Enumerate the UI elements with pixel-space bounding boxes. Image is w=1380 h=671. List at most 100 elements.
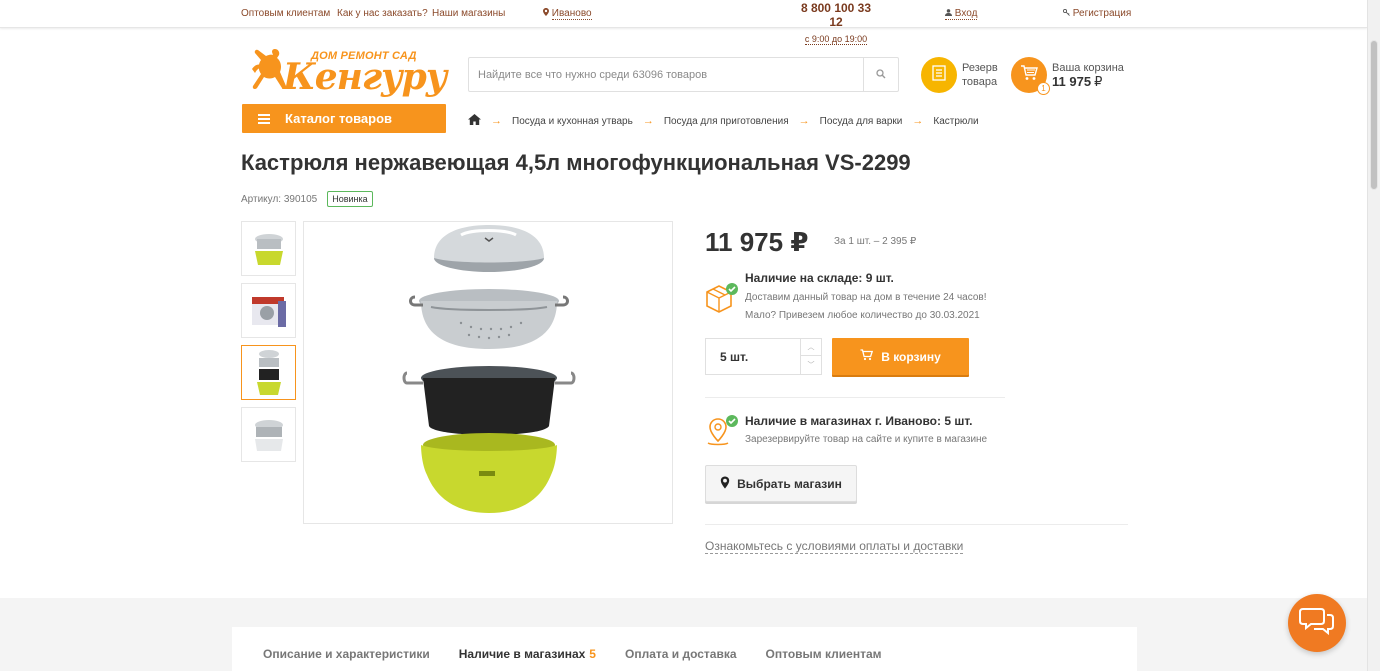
quantity-input[interactable] (706, 339, 801, 374)
login-label[interactable]: Вход (955, 8, 978, 19)
search-button[interactable] (863, 58, 898, 91)
unit-price: За 1 шт. – 2 395 ₽ (834, 236, 917, 247)
catalog-button[interactable]: Каталог товаров (242, 104, 446, 133)
scrollbar[interactable] (1367, 0, 1380, 671)
thumbnail-4[interactable] (241, 407, 296, 462)
breadcrumb-arrow-icon: → (912, 115, 924, 127)
search-input[interactable] (469, 58, 864, 91)
breadcrumb-item[interactable]: Посуда для варки (820, 116, 903, 127)
search-icon (876, 66, 886, 84)
page-title: Кастрюля нержавеющая 4,5л многофункциона… (241, 150, 911, 175)
bulk-note: Мало? Привезем любое количество до 30.03… (745, 310, 980, 321)
choose-store-label: Выбрать магазин (737, 476, 842, 491)
reserve-note: Зарезервируйте товар на сайте и купите в… (745, 434, 988, 445)
tab-wholesale[interactable]: Оптовым клиентам (766, 647, 882, 661)
divider (705, 397, 1005, 398)
chevron-down-icon[interactable]: ﹀ (801, 356, 821, 373)
divider (705, 524, 1128, 525)
phone-number[interactable]: 8 800 100 33 12 (796, 1, 876, 29)
payment-delivery-terms-link[interactable]: Ознакомьтесь с условиями оплаты и достав… (705, 539, 964, 554)
breadcrumb-arrow-icon: → (491, 115, 502, 127)
breadcrumb-arrow-icon: → (642, 115, 654, 127)
cart-text: Ваша корзина 11 975 ₽ (1052, 61, 1124, 90)
login-link[interactable]: Вход (945, 8, 978, 20)
chat-widget-button[interactable] (1288, 594, 1346, 652)
tab-label: Описание и характеристики (263, 647, 430, 661)
cart-sum: 11 975 (1052, 73, 1092, 89)
chat-bubbles-icon (1299, 606, 1335, 641)
tab-label: Оплата и доставка (624, 647, 737, 661)
pot-parts-thumbnail-image (256, 349, 281, 395)
reserve-label: Резерв товара (962, 61, 998, 89)
product-tabs: Описание и характеристики Наличие в мага… (232, 627, 1137, 671)
status-badge: Новинка (327, 191, 373, 207)
reserve-label-line2: товара (962, 76, 998, 88)
pot-product-image (402, 224, 575, 513)
reserve-button[interactable]: Резерв товара (921, 56, 998, 94)
reserve-circle (921, 57, 957, 93)
location-pin-icon (543, 8, 552, 19)
cart-label: Ваша корзина (1052, 61, 1124, 74)
pot-thumbnail-image (254, 233, 283, 265)
key-icon (1063, 8, 1073, 19)
choose-store-button[interactable]: Выбрать магазин (705, 465, 857, 502)
link-wholesale[interactable]: Оптовым клиентам (241, 8, 330, 19)
breadcrumb-item[interactable]: Посуда для приготовления (664, 116, 789, 127)
shops-headline: Наличие в магазинах г. Иваново: 5 шт. (745, 414, 973, 428)
home-icon[interactable] (468, 114, 481, 128)
cart-currency: ₽ (1094, 73, 1103, 89)
add-to-cart-label: В корзину (881, 349, 941, 364)
steel-pot-thumbnail-image (254, 419, 283, 451)
menu-icon (258, 112, 270, 126)
product-main-image[interactable] (303, 221, 673, 524)
document-icon (932, 64, 946, 86)
link-how-to-order[interactable]: Как у нас заказать? (337, 8, 428, 19)
link-our-stores[interactable]: Наши магазины (432, 8, 505, 19)
quantity-stepper: ︿ ﹀ (705, 338, 822, 375)
user-icon (945, 8, 955, 19)
delivery-note: Доставим данный товар на дом в течение 2… (745, 292, 987, 303)
box-thumbnail-image (251, 296, 286, 327)
thumbnail-1[interactable] (241, 221, 296, 276)
thumbnail-list (241, 221, 297, 469)
breadcrumb: → Посуда и кухонная утварь → Посуда для … (468, 114, 979, 128)
breadcrumb-item[interactable]: Кастрюли (933, 116, 978, 127)
tab-payment-delivery[interactable]: Оплата и доставка (625, 647, 737, 661)
tab-label: Оптовым клиентам (765, 647, 882, 661)
thumbnail-3[interactable] (241, 345, 296, 400)
thumbnail-2[interactable] (241, 283, 296, 338)
tab-description[interactable]: Описание и характеристики (263, 647, 430, 661)
tab-label: Наличие в магазинах (458, 647, 586, 661)
site-logo[interactable]: ДОМ РЕМОНТ САД Кенгуру (249, 43, 447, 98)
tab-store-availability[interactable]: Наличие в магазинах 5 (459, 647, 596, 661)
register-label[interactable]: Регистрация (1073, 8, 1131, 19)
chevron-up-icon[interactable]: ︿ (801, 339, 821, 356)
register-link[interactable]: Регистрация (1063, 8, 1131, 19)
stock-headline: Наличие на складе: 9 шт. (745, 271, 894, 285)
cart-icon (860, 349, 881, 364)
cart-circle: 1 (1011, 57, 1050, 95)
top-bar: Оптовым клиентам Как у нас заказать? Наш… (0, 0, 1367, 45)
location-pin-icon (720, 476, 737, 492)
product-price: 11 975 ₽ (705, 227, 809, 257)
city-name[interactable]: Иваново (551, 8, 592, 20)
cart-icon (1020, 64, 1038, 86)
tab-count: 5 (589, 647, 596, 661)
scrollbar-thumb[interactable] (1370, 40, 1378, 190)
article-number: Артикул: 390105 (241, 193, 318, 205)
cart-button[interactable]: 1 Ваша корзина 11 975 ₽ (1011, 56, 1124, 95)
quantity-arrows: ︿ ﹀ (800, 339, 821, 374)
box-delivery-icon (705, 282, 739, 319)
phone-block: 8 800 100 33 12 с 9:00 до 19:00 (796, 1, 876, 47)
logo-brand: Кенгуру (283, 56, 447, 98)
cart-count-badge: 1 (1037, 82, 1050, 95)
breadcrumb-item[interactable]: Посуда и кухонная утварь (512, 116, 633, 127)
map-pin-icon (705, 415, 739, 452)
catalog-label: Каталог товаров (285, 111, 393, 126)
article-row: Артикул: 390105 Новинка (241, 191, 373, 207)
breadcrumb-arrow-icon: → (798, 115, 810, 127)
city-selector[interactable]: Иваново (543, 8, 592, 20)
reserve-label-line1: Резерв (962, 62, 998, 74)
add-to-cart-button[interactable]: В корзину (832, 338, 969, 375)
search-box (468, 57, 899, 92)
